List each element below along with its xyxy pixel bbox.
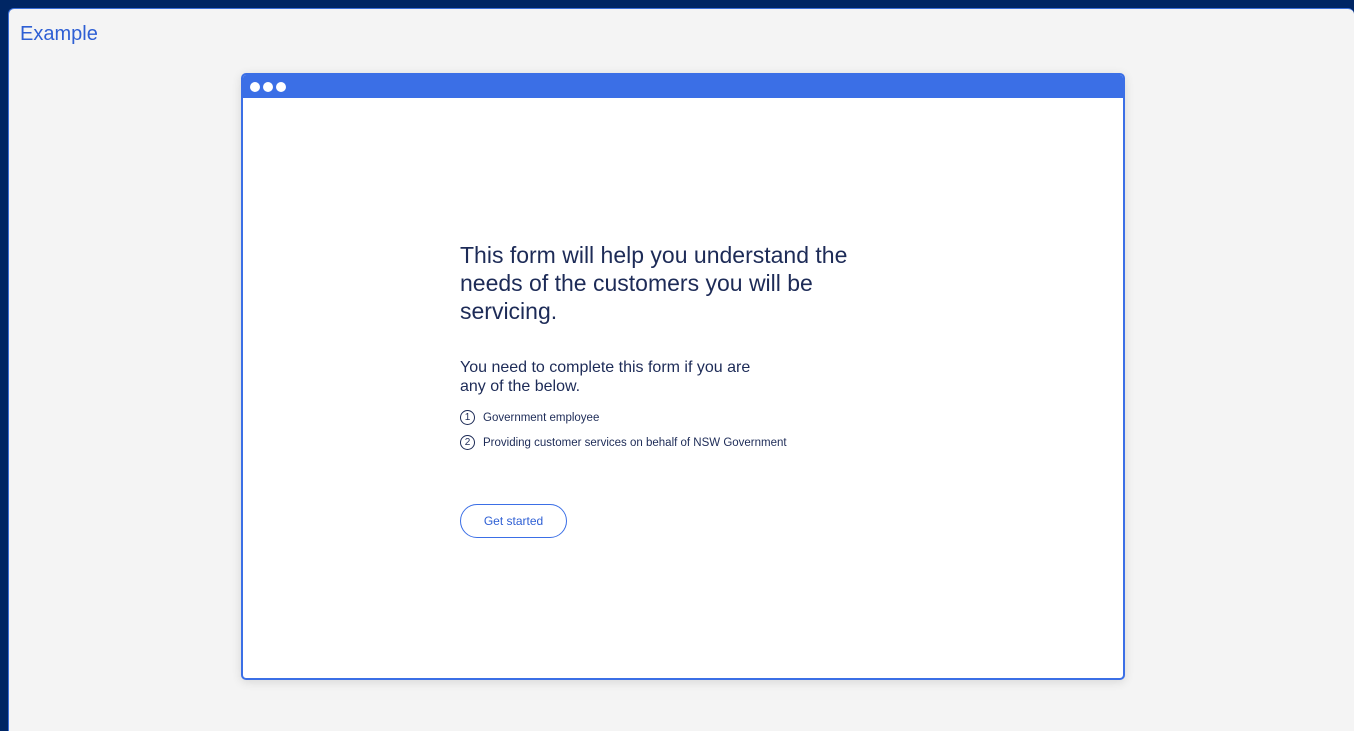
list-item: 2 Providing customer services on behalf … (460, 433, 880, 452)
page-headline: This form will help you understand the n… (460, 242, 848, 324)
browser-title-bar (243, 75, 1123, 98)
form-intro: This form will help you understand the n… (460, 241, 880, 538)
number-1-icon: 1 (460, 410, 475, 425)
window-dot-icon (263, 81, 273, 92)
criteria-list: 1 Government employee 2 Providing custom… (460, 408, 880, 452)
example-panel: Example This form will help you understa… (8, 8, 1354, 731)
browser-mockup: This form will help you understand the n… (241, 73, 1125, 680)
intro-text: You need to complete this form if you ar… (460, 359, 751, 395)
window-dot-icon (276, 81, 286, 92)
example-label: Example (20, 23, 98, 45)
list-item-label: Providing customer services on behalf of… (483, 436, 787, 449)
list-item-label: Government employee (483, 411, 600, 424)
list-item: 1 Government employee (460, 408, 880, 427)
window-dot-icon (250, 81, 260, 92)
get-started-button[interactable]: Get started (460, 504, 567, 538)
number-2-icon: 2 (460, 435, 475, 450)
